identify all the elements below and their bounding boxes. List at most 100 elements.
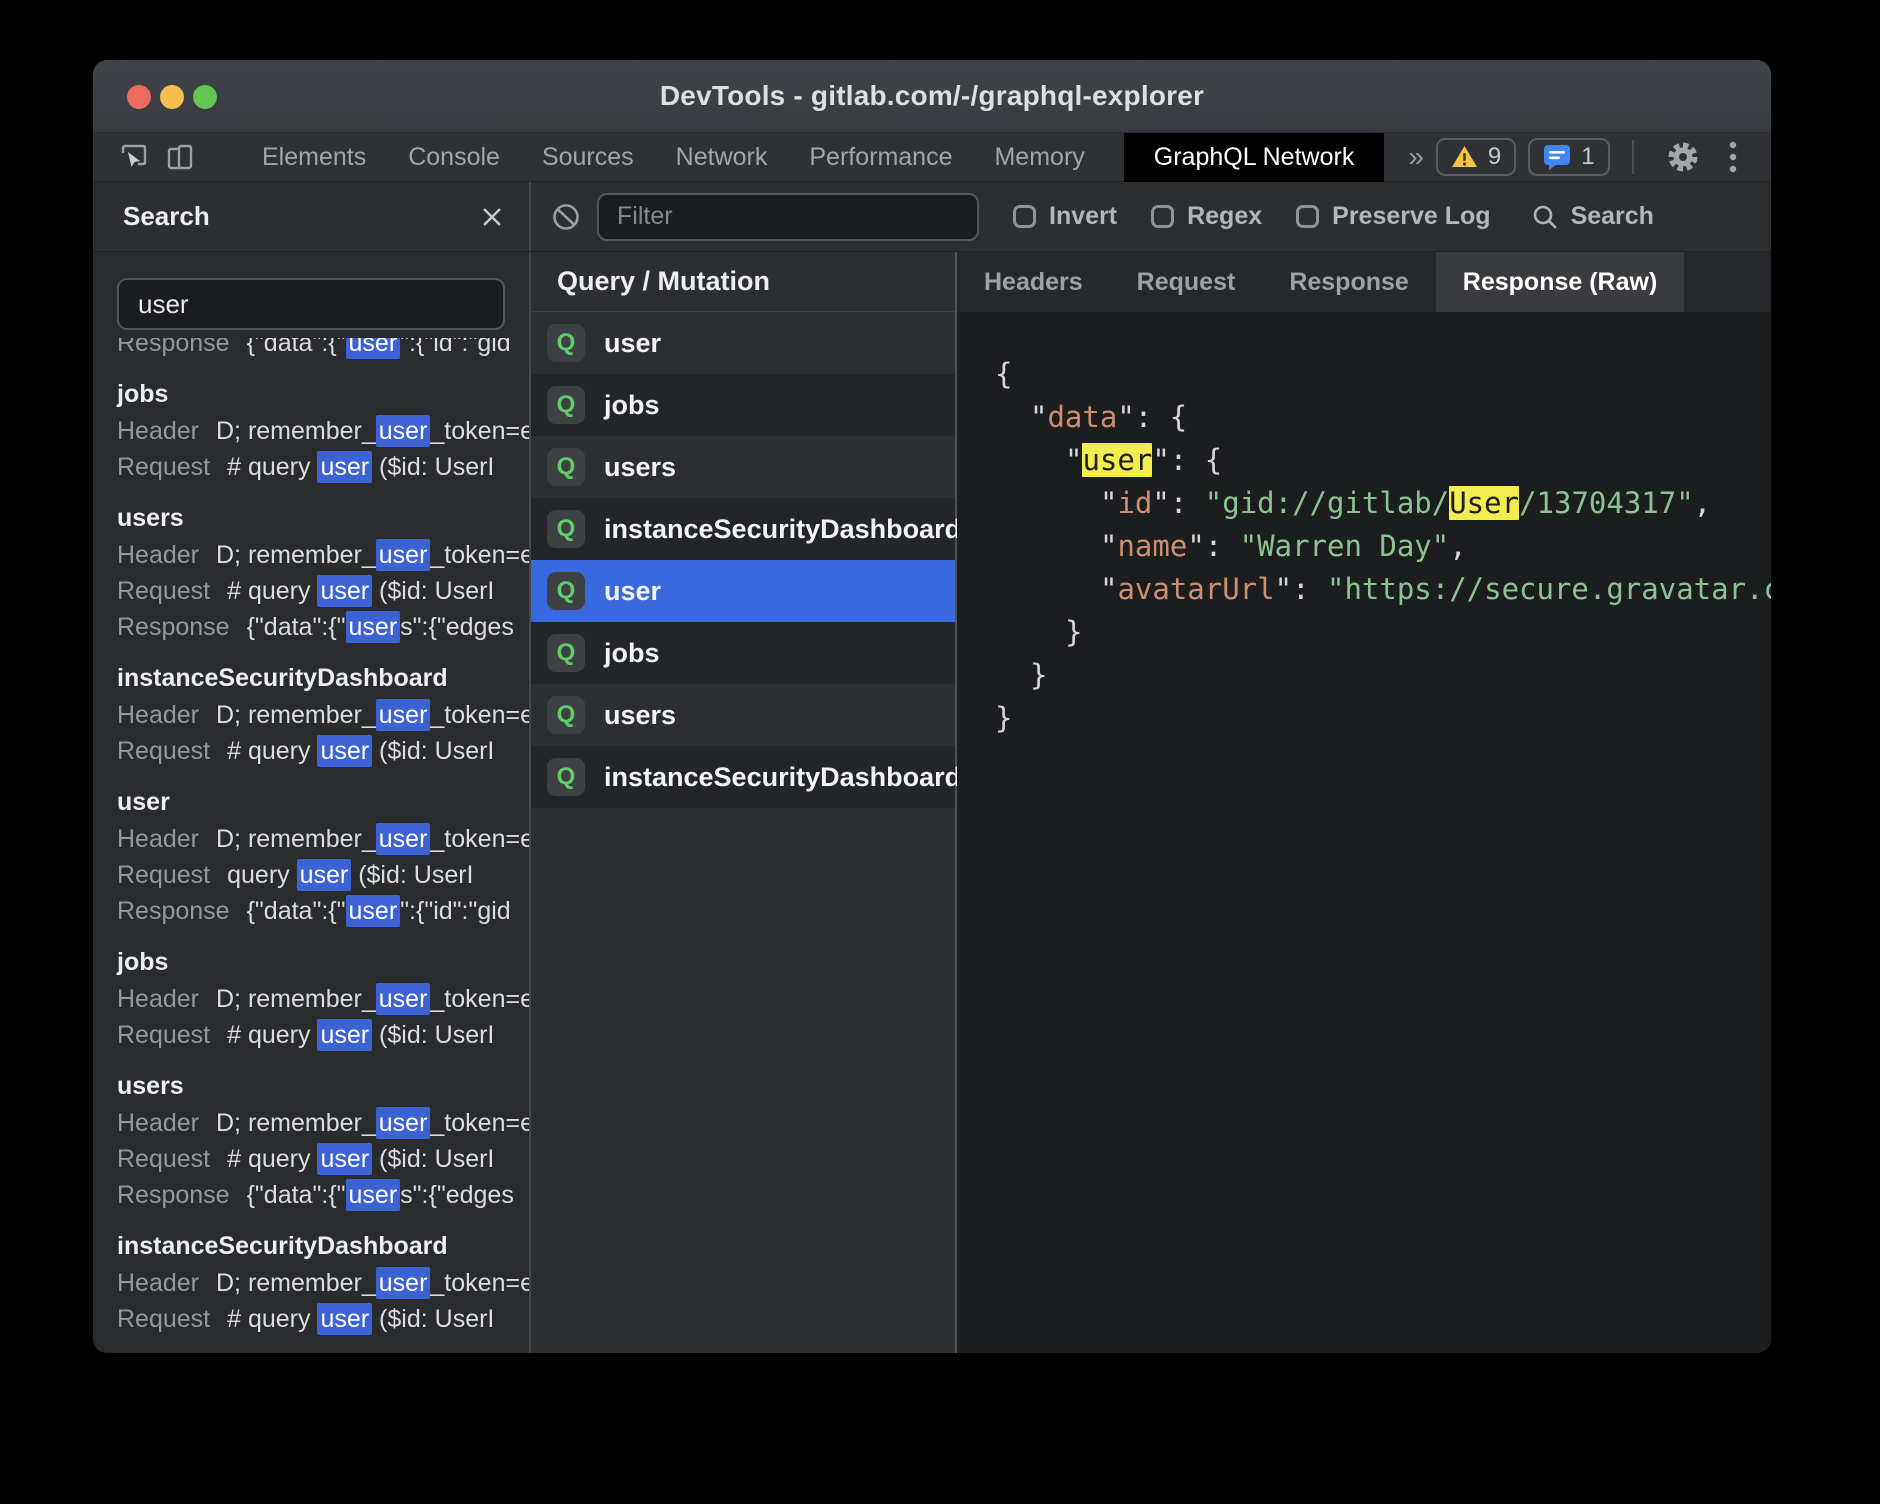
search-match-highlight: user xyxy=(376,1107,431,1139)
minimize-window-button[interactable] xyxy=(160,85,184,109)
response-raw-view: Copy {"data": {"user": {"id": "gid://git… xyxy=(957,312,1771,1353)
invert-checkbox[interactable] xyxy=(1013,205,1036,228)
close-window-button[interactable] xyxy=(127,85,151,109)
result-line[interactable]: Response{"data":{"user":{"id":"gid xyxy=(117,338,529,361)
more-options-button[interactable] xyxy=(1714,138,1752,176)
tab-memory[interactable]: Memory xyxy=(994,143,1084,172)
tab-console[interactable]: Console xyxy=(408,143,500,172)
result-text: ($id: UserI xyxy=(372,737,494,765)
detail-tab-response-raw[interactable]: Response (Raw) xyxy=(1436,252,1684,312)
result-line[interactable]: Request# query user ($id: UserI xyxy=(117,1301,529,1337)
query-row-jobs[interactable]: Qjobs xyxy=(531,374,955,436)
device-toolbar-icon xyxy=(165,142,195,172)
query-row-instancesecuritydashboard[interactable]: QinstanceSecurityDashboard xyxy=(531,746,955,808)
query-row-users[interactable]: Qusers xyxy=(531,436,955,498)
warnings-badge[interactable]: 9 xyxy=(1436,138,1516,176)
result-group-header[interactable]: jobs xyxy=(117,943,529,981)
search-icon xyxy=(1531,203,1559,231)
result-text: {"data":{" xyxy=(247,338,346,357)
result-line[interactable]: Response{"data":{"users":{"edges xyxy=(117,1177,529,1213)
query-row-jobs[interactable]: Qjobs xyxy=(531,622,955,684)
filter-input[interactable] xyxy=(597,193,979,241)
result-line[interactable]: Request# query user ($id: UserI xyxy=(117,1141,529,1177)
result-text: s":{"edges xyxy=(400,1181,514,1209)
result-group-header[interactable]: instanceSecurityDashboard xyxy=(117,659,529,697)
regex-checkbox-group: Regex xyxy=(1151,202,1262,231)
result-line-label: Request xyxy=(117,577,210,605)
result-group-header[interactable]: jobs xyxy=(117,375,529,413)
query-row-user[interactable]: Quser xyxy=(531,312,955,374)
result-group-header[interactable]: instanceSecurityDashboard xyxy=(117,1227,529,1265)
message-icon xyxy=(1543,144,1571,171)
result-group-header[interactable]: users xyxy=(117,499,529,537)
result-line[interactable]: HeaderD; remember_user_token=e xyxy=(117,697,529,733)
result-text: # query xyxy=(227,1021,317,1049)
preserve-log-checkbox-label: Preserve Log xyxy=(1332,202,1490,231)
preserve-log-checkbox-group: Preserve Log xyxy=(1296,202,1490,231)
tab-sources[interactable]: Sources xyxy=(542,143,634,172)
result-line-label: Request xyxy=(117,453,210,481)
json-token: : xyxy=(1170,443,1205,477)
toolbar-search-button[interactable]: Search xyxy=(1531,202,1654,231)
device-toolbar-button[interactable] xyxy=(165,141,195,173)
result-line-label: Request xyxy=(117,1145,210,1173)
result-line[interactable]: Request# query user ($id: UserI xyxy=(117,733,529,769)
clear-button[interactable] xyxy=(549,200,583,234)
tab-graphql-network[interactable]: GraphQL Network xyxy=(1124,133,1385,182)
json-token: " xyxy=(1030,400,1047,434)
search-match-highlight: user xyxy=(376,1267,431,1299)
result-line[interactable]: Response{"data":{"user":{"id":"gid xyxy=(117,893,529,929)
regex-checkbox[interactable] xyxy=(1151,205,1174,228)
close-search-button[interactable] xyxy=(477,202,507,232)
search-match-highlight: user xyxy=(376,415,431,447)
result-line[interactable]: HeaderD; remember_user_token=e xyxy=(117,821,529,857)
result-text: ($id: UserI xyxy=(372,577,494,605)
kebab-menu-icon xyxy=(1729,141,1737,173)
result-line[interactable]: Request# query user ($id: UserI xyxy=(117,449,529,485)
result-text: ($id: UserI xyxy=(372,1305,494,1333)
zoom-window-button[interactable] xyxy=(193,85,217,109)
detail-tab-response[interactable]: Response xyxy=(1262,252,1435,312)
inspect-element-button[interactable] xyxy=(119,141,149,173)
preserve-log-checkbox[interactable] xyxy=(1296,205,1319,228)
json-line: } xyxy=(995,611,1771,654)
query-row-instancesecuritydashboard[interactable]: QinstanceSecurityDashboard xyxy=(531,498,955,560)
result-line[interactable]: HeaderD; remember_user_token=e xyxy=(117,981,529,1017)
query-row-users[interactable]: Qusers xyxy=(531,684,955,746)
search-match-highlight: user xyxy=(317,451,372,483)
result-line[interactable]: Request# query user ($id: UserI xyxy=(117,1017,529,1053)
result-line[interactable]: HeaderD; remember_user_token=e xyxy=(117,537,529,573)
detail-tab-headers[interactable]: Headers xyxy=(957,252,1110,312)
json-token: { xyxy=(1205,443,1222,477)
detail-tab-request[interactable]: Request xyxy=(1110,252,1263,312)
window-title: DevTools - gitlab.com/-/graphql-explorer xyxy=(660,80,1204,112)
issues-badge[interactable]: 1 xyxy=(1528,138,1609,176)
regex-checkbox-label: Regex xyxy=(1187,202,1262,231)
settings-button[interactable] xyxy=(1664,138,1702,176)
badge-separator xyxy=(1632,140,1634,174)
json-token: } xyxy=(1030,658,1047,692)
result-line[interactable]: Response{"data":{"users":{"edges xyxy=(117,609,529,645)
result-line[interactable]: Request# query user ($id: UserI xyxy=(117,573,529,609)
tab-elements[interactable]: Elements xyxy=(262,143,366,172)
json-token: "gid://gitlab/ xyxy=(1205,486,1449,520)
result-group-header[interactable]: user xyxy=(117,783,529,821)
result-text: # query xyxy=(227,577,317,605)
result-line[interactable]: HeaderD; remember_user_token=e xyxy=(117,1105,529,1141)
query-row-user[interactable]: Quser xyxy=(531,560,955,622)
tab-performance[interactable]: Performance xyxy=(809,143,952,172)
tab-network[interactable]: Network xyxy=(676,143,768,172)
json-token: avatarUrl xyxy=(1117,572,1274,606)
more-tabs-button[interactable]: » xyxy=(1408,141,1424,173)
json-token: { xyxy=(995,357,1012,391)
toolbar-row: Search InvertRegexPreserve Log xyxy=(93,182,1771,252)
result-group-instancesecuritydashboard: instanceSecurityDashboardHeaderD; rememb… xyxy=(117,1227,529,1337)
result-line-label: Header xyxy=(117,417,199,445)
search-input[interactable] xyxy=(117,278,505,330)
result-line[interactable]: HeaderD; remember_user_token=e xyxy=(117,413,529,449)
result-text: {"data":{" xyxy=(247,613,346,641)
result-line[interactable]: Requestquery user ($id: UserI xyxy=(117,857,529,893)
result-line[interactable]: HeaderD; remember_user_token=e xyxy=(117,1265,529,1301)
result-group-header[interactable]: users xyxy=(117,1067,529,1105)
search-match-highlight: user xyxy=(346,338,401,359)
